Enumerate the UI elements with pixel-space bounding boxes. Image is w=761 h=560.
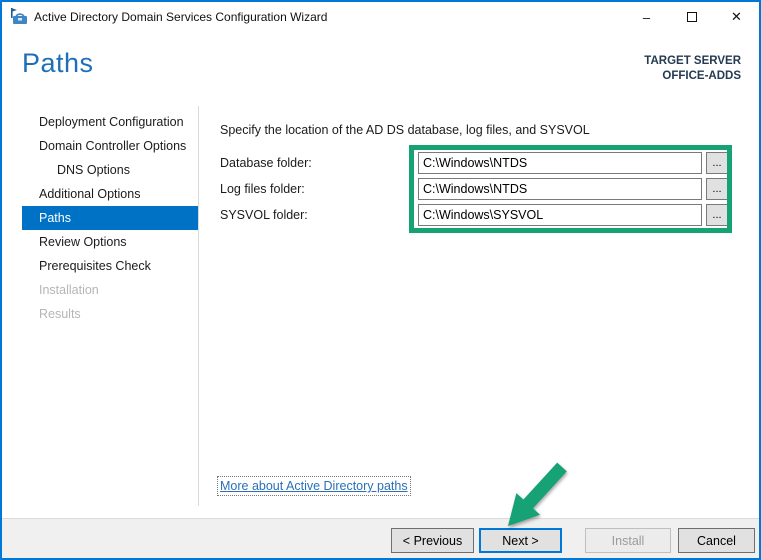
next-button[interactable]: Next > — [479, 528, 562, 553]
maximize-icon — [686, 12, 697, 22]
sidebar-item-results: Results — [39, 307, 81, 321]
log-files-folder-browse-button[interactable]: ... — [706, 178, 728, 200]
log-files-folder-input[interactable] — [418, 178, 702, 200]
sidebar-item-installation: Installation — [39, 283, 99, 297]
sidebar-item-additional-options[interactable]: Additional Options — [22, 182, 198, 206]
target-server-name: OFFICE-ADDS — [662, 70, 741, 82]
target-server: TARGET SERVER OFFICE-ADDS — [644, 54, 741, 84]
sidebar-item-deployment-configuration[interactable]: Deployment Configuration — [22, 110, 198, 134]
sidebar-item-dns-options[interactable]: DNS Options — [22, 158, 198, 182]
sidebar-divider — [198, 106, 199, 506]
log-files-folder-label: Log files folder: — [220, 182, 305, 196]
minimize-button[interactable]: – — [624, 2, 669, 32]
previous-button[interactable]: < Previous — [391, 528, 474, 553]
sysvol-folder-label: SYSVOL folder: — [220, 208, 308, 222]
database-folder-label: Database folder: — [220, 156, 312, 170]
cancel-button[interactable]: Cancel — [678, 528, 755, 553]
instruction-text: Specify the location of the AD DS databa… — [220, 123, 590, 137]
maximize-button[interactable] — [669, 2, 714, 32]
install-button: Install — [585, 528, 671, 553]
sidebar-item-domain-controller-options[interactable]: Domain Controller Options — [22, 134, 198, 158]
sidebar-item-review-options[interactable]: Review Options — [22, 230, 198, 254]
sysvol-folder-browse-button[interactable]: ... — [706, 204, 728, 226]
wizard-steps-sidebar: Deployment Configuration Domain Controll… — [22, 110, 198, 326]
target-server-label: TARGET SERVER — [644, 55, 741, 67]
database-folder-input[interactable] — [418, 152, 702, 174]
wizard-window: Active Directory Domain Services Configu… — [0, 0, 761, 560]
close-button[interactable]: ✕ — [714, 2, 759, 32]
database-folder-browse-button[interactable]: ... — [706, 152, 728, 174]
sysvol-folder-input[interactable] — [418, 204, 702, 226]
server-manager-toolbox-icon — [11, 8, 27, 24]
sidebar-item-prerequisites-check[interactable]: Prerequisites Check — [22, 254, 198, 278]
window-title: Active Directory Domain Services Configu… — [34, 10, 328, 24]
sidebar-item-paths[interactable]: Paths — [22, 206, 198, 230]
more-about-paths-link[interactable]: More about Active Directory paths — [217, 476, 411, 496]
titlebar: Active Directory Domain Services Configu… — [2, 2, 759, 32]
page-title: Paths — [22, 48, 94, 78]
